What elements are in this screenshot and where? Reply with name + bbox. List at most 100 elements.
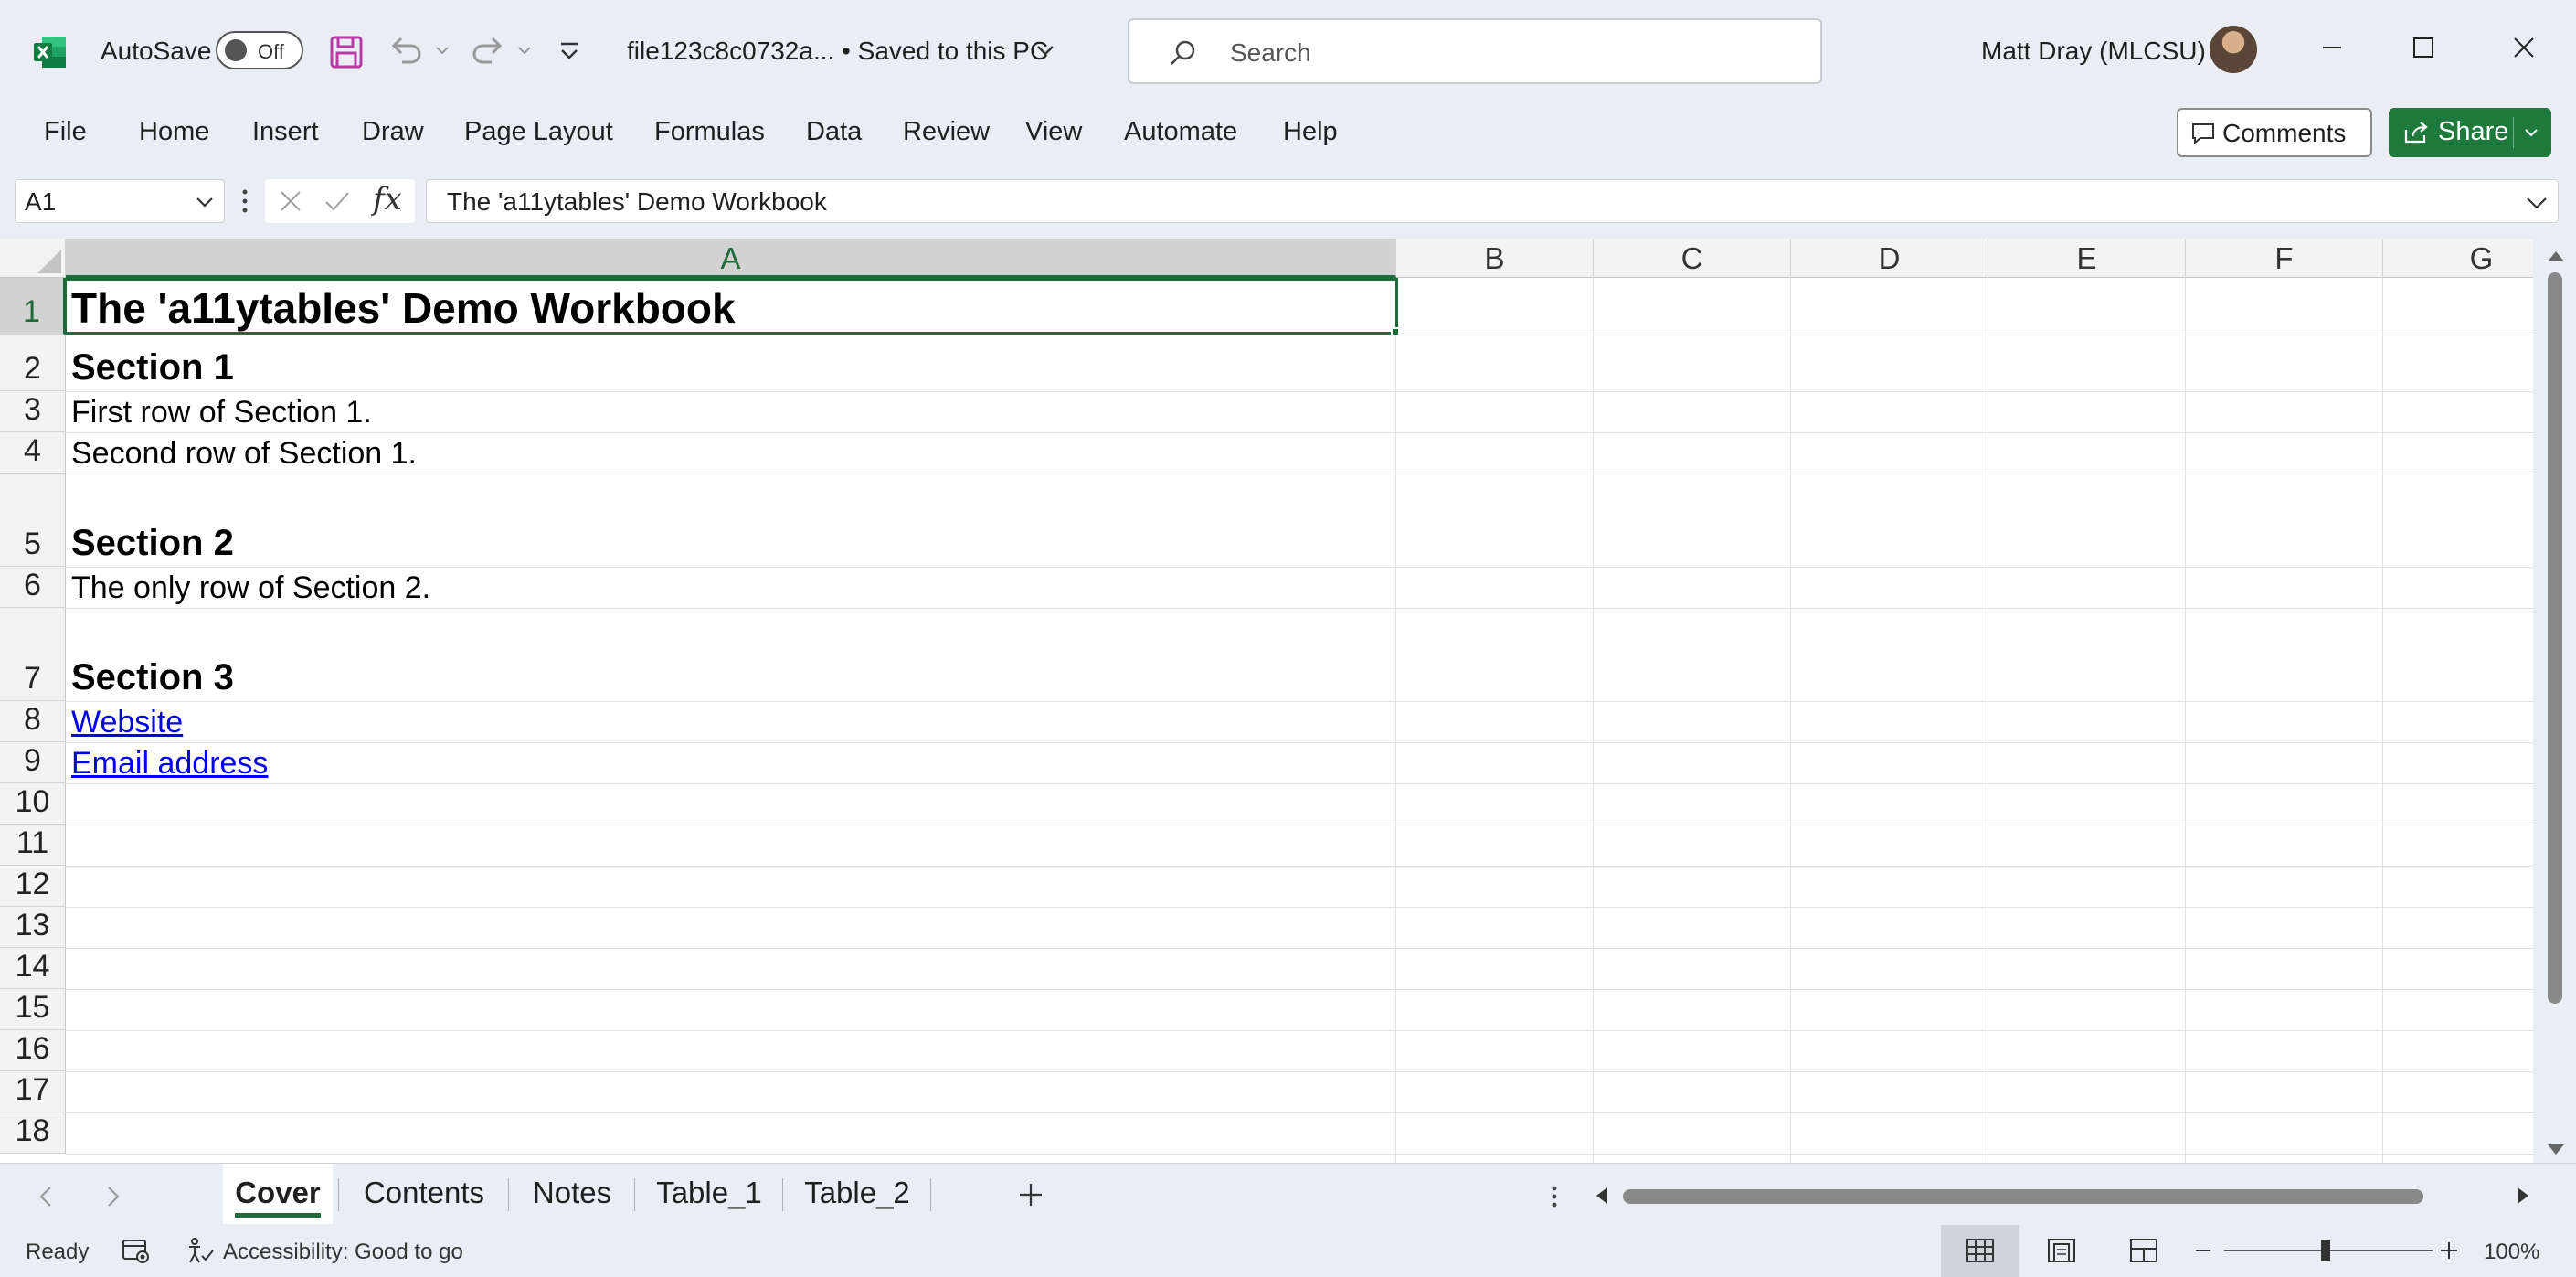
- tab-page-layout[interactable]: Page Layout: [464, 117, 613, 147]
- tab-insert[interactable]: Insert: [252, 117, 319, 147]
- scroll-right-icon[interactable]: [2515, 1186, 2531, 1206]
- row-header[interactable]: 16: [0, 1030, 66, 1071]
- more-options-icon[interactable]: [239, 186, 250, 216]
- row-header[interactable]: 13: [0, 907, 66, 948]
- tab-review[interactable]: Review: [903, 117, 990, 147]
- tab-formulas[interactable]: Formulas: [654, 117, 765, 147]
- macro-recording-icon[interactable]: [121, 1236, 152, 1265]
- horizontal-scrollbar[interactable]: [1617, 1187, 2513, 1204]
- column-header-g[interactable]: G: [2383, 239, 2533, 278]
- minimize-icon[interactable]: [2312, 27, 2352, 68]
- cell-a4[interactable]: Second row of Section 1.: [71, 436, 417, 472]
- page-break-preview-icon[interactable]: [2129, 1238, 2158, 1263]
- save-icon[interactable]: [329, 35, 364, 69]
- formula-input[interactable]: The 'a11ytables' Demo Workbook: [426, 179, 2559, 223]
- tab-automate[interactable]: Automate: [1124, 117, 1237, 147]
- zoom-level[interactable]: 100%: [2484, 1240, 2539, 1265]
- customize-toolbar-icon[interactable]: [556, 40, 583, 64]
- row-header[interactable]: 11: [0, 825, 66, 866]
- chevron-down-icon[interactable]: [1034, 42, 1056, 59]
- sheet-tab-notes[interactable]: Notes: [515, 1164, 629, 1224]
- scroll-thumb[interactable]: [1623, 1189, 2423, 1204]
- file-title[interactable]: file123c8c0732a... • Saved to this PC: [627, 37, 1048, 66]
- tab-data[interactable]: Data: [806, 117, 862, 147]
- sheet-tab-table-1[interactable]: Table_1: [641, 1164, 777, 1224]
- accessibility-icon[interactable]: [186, 1236, 216, 1265]
- chevron-down-icon[interactable]: [2525, 195, 2549, 211]
- select-all-button[interactable]: [0, 239, 66, 278]
- chevron-down-icon[interactable]: [515, 44, 534, 57]
- cell-a8-link[interactable]: Website: [71, 705, 183, 740]
- cell-a3[interactable]: First row of Section 1.: [71, 395, 372, 431]
- share-button[interactable]: Share: [2389, 108, 2551, 157]
- close-icon[interactable]: [2504, 27, 2544, 68]
- tab-draw[interactable]: Draw: [362, 117, 424, 147]
- normal-view-button[interactable]: [1941, 1225, 2019, 1277]
- tab-home[interactable]: Home: [139, 117, 209, 147]
- accessibility-status[interactable]: Accessibility: Good to go: [223, 1240, 463, 1265]
- row-header[interactable]: 15: [0, 989, 66, 1030]
- add-sheet-icon[interactable]: [1014, 1178, 1047, 1211]
- row-number: 11: [16, 825, 49, 860]
- row-header[interactable]: 18: [0, 1112, 66, 1154]
- user-name[interactable]: Matt Dray (MLCSU): [1981, 37, 2206, 66]
- row-header[interactable]: 3: [0, 391, 66, 432]
- row-header[interactable]: 9: [0, 742, 66, 783]
- cell-a2[interactable]: Section 1: [71, 347, 234, 388]
- zoom-slider-thumb[interactable]: [2321, 1240, 2330, 1261]
- cell-a9-link[interactable]: Email address: [71, 746, 268, 782]
- chevron-left-icon[interactable]: [37, 1184, 55, 1209]
- maximize-icon[interactable]: [2403, 27, 2443, 68]
- zoom-in-icon[interactable]: [2438, 1240, 2460, 1261]
- fill-handle[interactable]: [1391, 327, 1400, 336]
- vertical-scrollbar[interactable]: [2535, 239, 2576, 1163]
- cell-a6[interactable]: The only row of Section 2.: [71, 570, 430, 606]
- avatar[interactable]: [2210, 26, 2257, 73]
- row-header[interactable]: 2: [0, 335, 66, 391]
- row-header[interactable]: 14: [0, 948, 66, 989]
- scroll-up-icon[interactable]: [2546, 249, 2566, 263]
- scroll-thumb[interactable]: [2548, 272, 2562, 1004]
- row-header[interactable]: 17: [0, 1071, 66, 1112]
- scroll-left-icon[interactable]: [1594, 1186, 1610, 1206]
- more-options-icon[interactable]: [1550, 1184, 1559, 1209]
- search-input[interactable]: Search: [1128, 18, 1822, 84]
- cell-a5[interactable]: Section 2: [71, 523, 234, 564]
- autosave-toggle[interactable]: Off: [216, 31, 303, 69]
- chevron-down-icon[interactable]: [433, 44, 451, 57]
- tab-file[interactable]: File: [44, 117, 87, 147]
- name-box[interactable]: A1: [15, 179, 225, 223]
- checkmark-icon[interactable]: [323, 188, 351, 214]
- redo-icon[interactable]: [470, 33, 506, 69]
- page-layout-view-icon[interactable]: [2047, 1238, 2076, 1263]
- row-header[interactable]: 8: [0, 701, 66, 742]
- row-header[interactable]: 5: [0, 474, 66, 567]
- zoom-out-icon[interactable]: [2193, 1240, 2213, 1261]
- row-header[interactable]: 12: [0, 866, 66, 907]
- column-header-b[interactable]: B: [1396, 239, 1594, 278]
- sheet-tab-table-2[interactable]: Table_2: [790, 1164, 925, 1224]
- chevron-down-icon[interactable]: [2522, 126, 2540, 139]
- row-header[interactable]: 6: [0, 567, 66, 608]
- cancel-icon[interactable]: [278, 188, 303, 214]
- column-header-e[interactable]: E: [1988, 239, 2186, 278]
- column-header-d[interactable]: D: [1791, 239, 1988, 278]
- comments-button[interactable]: Comments: [2177, 108, 2372, 157]
- row-header[interactable]: 10: [0, 783, 66, 825]
- scroll-down-icon[interactable]: [2546, 1143, 2566, 1157]
- insert-function-icon[interactable]: fx: [373, 181, 402, 218]
- tab-view[interactable]: View: [1025, 117, 1082, 147]
- sheet-tab-contents[interactable]: Contents: [345, 1164, 503, 1224]
- chevron-right-icon[interactable]: [104, 1184, 122, 1209]
- row-header[interactable]: 7: [0, 608, 66, 701]
- cell-a7[interactable]: Section 3: [71, 657, 234, 698]
- row-header[interactable]: 1: [0, 278, 66, 335]
- column-header-c[interactable]: C: [1594, 239, 1791, 278]
- sheet-tab-cover[interactable]: Cover: [223, 1164, 333, 1224]
- row-header[interactable]: 4: [0, 432, 66, 474]
- tab-help[interactable]: Help: [1283, 117, 1338, 147]
- chevron-down-icon[interactable]: [195, 195, 215, 209]
- column-header-a[interactable]: A: [66, 239, 1396, 278]
- undo-icon[interactable]: [387, 33, 424, 69]
- column-header-f[interactable]: F: [2186, 239, 2383, 278]
